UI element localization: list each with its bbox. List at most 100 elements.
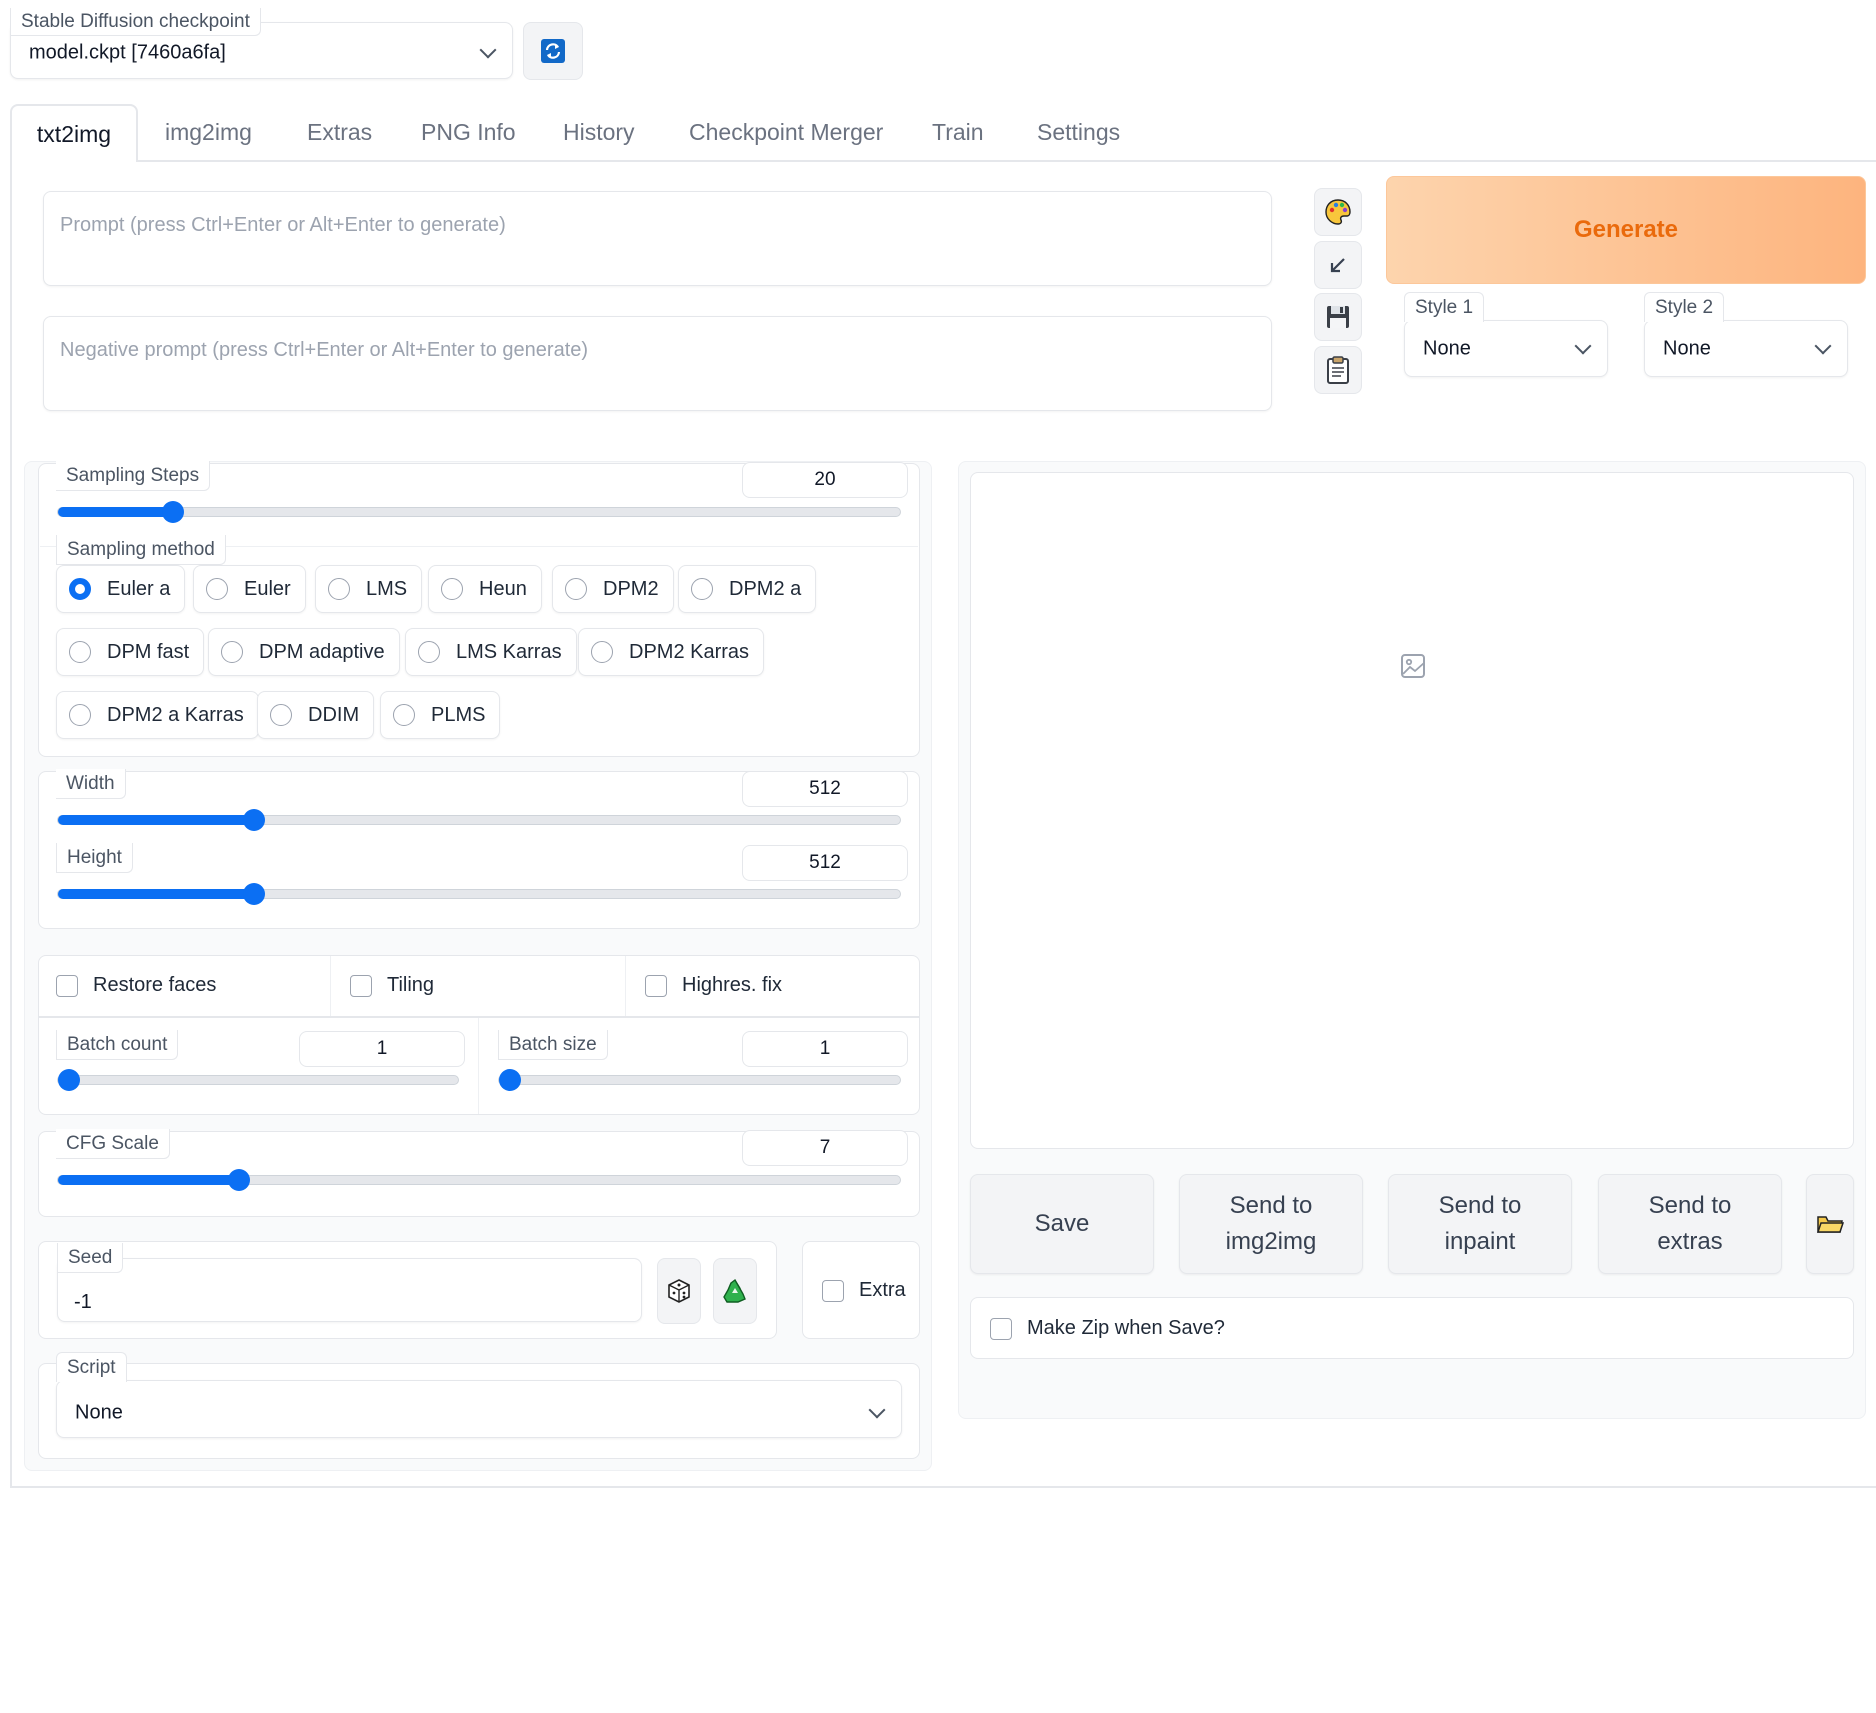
- make-zip-label: Make Zip when Save?: [1027, 1317, 1225, 1339]
- save-button[interactable]: Save: [970, 1174, 1154, 1274]
- batch-count-label: Batch count: [56, 1030, 179, 1060]
- chevron-down-icon: [1814, 337, 1832, 354]
- open-folder-button[interactable]: [1806, 1174, 1854, 1274]
- sampler-option[interactable]: Euler a: [56, 565, 186, 613]
- random-seed-button[interactable]: [657, 1258, 701, 1324]
- dice-icon: [668, 1279, 690, 1303]
- sampler-option[interactable]: LMS Karras: [405, 628, 577, 676]
- script-dropdown[interactable]: None: [56, 1380, 902, 1438]
- output-image: [970, 472, 1854, 1149]
- extra-seed-checkbox[interactable]: Extra: [822, 1279, 906, 1302]
- divider: [625, 956, 626, 1016]
- checkbox: [350, 974, 372, 997]
- cfg-scale-slider[interactable]: [57, 1169, 901, 1191]
- tab-txt2img[interactable]: txt2img: [10, 104, 138, 162]
- sampler-option[interactable]: LMS: [315, 565, 423, 613]
- sampler-option[interactable]: DPM2: [552, 565, 674, 613]
- height-slider[interactable]: [57, 883, 901, 905]
- slider-thumb[interactable]: [228, 1169, 250, 1191]
- sampling-steps-slider[interactable]: [57, 501, 901, 523]
- cfg-scale-label: CFG Scale: [56, 1129, 170, 1159]
- tab-img2img[interactable]: img2img: [165, 104, 252, 160]
- width-input[interactable]: 512: [742, 771, 908, 807]
- style1-dropdown[interactable]: None: [1404, 320, 1608, 377]
- batch-count-slider[interactable]: [57, 1069, 459, 1091]
- batch-size-input[interactable]: 1: [742, 1031, 908, 1067]
- batch-size-slider[interactable]: [498, 1069, 901, 1091]
- send-to-img2img-button[interactable]: Send to img2img: [1179, 1174, 1363, 1274]
- checkbox: [56, 974, 78, 997]
- tab-extras[interactable]: Extras: [307, 104, 372, 160]
- slider-thumb[interactable]: [243, 883, 265, 905]
- cfg-scale-input[interactable]: 7: [742, 1130, 908, 1166]
- slider-thumb[interactable]: [58, 1069, 80, 1091]
- chevron-down-icon: [1574, 337, 1592, 354]
- reuse-seed-button[interactable]: [713, 1258, 757, 1324]
- tab-settings[interactable]: Settings: [1037, 104, 1120, 160]
- tab-checkpoint-merger[interactable]: Checkpoint Merger: [689, 104, 883, 160]
- radio: [221, 641, 243, 663]
- batch-count-input[interactable]: 1: [299, 1031, 465, 1067]
- refresh-icon: [541, 39, 565, 63]
- checkpoint-label: Stable Diffusion checkpoint: [10, 8, 261, 36]
- sampling-steps-label: Sampling Steps: [56, 461, 211, 491]
- height-input[interactable]: 512: [742, 845, 908, 881]
- radio: [69, 641, 91, 663]
- radio: [418, 641, 440, 663]
- tab-history[interactable]: History: [563, 104, 635, 160]
- send-to-extras-button[interactable]: Send to extras: [1598, 1174, 1782, 1274]
- slider-thumb[interactable]: [243, 809, 265, 831]
- slider-thumb[interactable]: [162, 501, 184, 523]
- clipboard-icon: [1327, 356, 1349, 384]
- highres-fix-checkbox[interactable]: Highres. fix: [645, 974, 782, 997]
- sampler-option[interactable]: PLMS: [380, 691, 501, 739]
- style1-value: None: [1423, 337, 1471, 359]
- sampler-option[interactable]: Heun: [428, 565, 542, 613]
- generate-button[interactable]: Generate: [1386, 176, 1866, 284]
- sampler-label: DPM2 Karras: [629, 640, 750, 663]
- style2-label: Style 2: [1644, 292, 1725, 322]
- chevron-down-icon: [479, 41, 497, 59]
- sampler-option[interactable]: DPM2 a Karras: [56, 691, 259, 739]
- radio: [69, 704, 91, 726]
- sampler-option[interactable]: DPM2 a: [678, 565, 817, 613]
- slider-fill: [58, 889, 254, 899]
- refresh-checkpoint-button[interactable]: [523, 22, 583, 80]
- sampler-option[interactable]: DPM fast: [56, 628, 205, 676]
- interrogate-button[interactable]: [1314, 188, 1362, 236]
- negative-prompt-input[interactable]: Negative prompt (press Ctrl+Enter or Alt…: [43, 316, 1272, 411]
- prompt-input[interactable]: Prompt (press Ctrl+Enter or Alt+Enter to…: [43, 191, 1272, 286]
- slider-thumb[interactable]: [499, 1069, 521, 1091]
- radio: [328, 578, 350, 600]
- sampler-label: Euler: [244, 577, 291, 600]
- radio: [206, 578, 228, 600]
- arrow-down-left-icon: [1330, 258, 1345, 273]
- send-to-inpaint-button[interactable]: Send to inpaint: [1388, 1174, 1572, 1274]
- tab-train[interactable]: Train: [932, 104, 984, 160]
- paste-params-button[interactable]: [1314, 241, 1362, 289]
- sampler-option[interactable]: Euler: [193, 565, 306, 613]
- tiling-checkbox[interactable]: Tiling: [350, 974, 434, 997]
- sampler-option[interactable]: DDIM: [257, 691, 375, 739]
- tab-png-info[interactable]: PNG Info: [421, 104, 516, 160]
- script-label: Script: [56, 1352, 127, 1382]
- restore-faces-checkbox[interactable]: Restore faces: [56, 974, 216, 997]
- sampler-option[interactable]: DPM adaptive: [208, 628, 400, 676]
- radio: [591, 641, 613, 663]
- restore-faces-label: Restore faces: [93, 974, 217, 996]
- sampling-steps-input[interactable]: 20: [742, 462, 908, 498]
- save-style-button[interactable]: [1314, 293, 1362, 341]
- apply-style-button[interactable]: [1314, 346, 1362, 394]
- checkbox: [990, 1317, 1012, 1340]
- slider-fill: [58, 507, 173, 517]
- recycle-icon: [723, 1278, 746, 1303]
- make-zip-checkbox[interactable]: Make Zip when Save?: [990, 1317, 1225, 1340]
- sampler-label: DPM adaptive: [259, 640, 385, 663]
- style2-value: None: [1663, 337, 1711, 359]
- style2-dropdown[interactable]: None: [1644, 320, 1848, 377]
- highres-fix-label: Highres. fix: [682, 974, 783, 996]
- width-slider[interactable]: [57, 809, 901, 831]
- sampler-option[interactable]: DPM2 Karras: [578, 628, 765, 676]
- seed-input[interactable]: -1: [57, 1258, 642, 1322]
- checkbox: [822, 1279, 844, 1302]
